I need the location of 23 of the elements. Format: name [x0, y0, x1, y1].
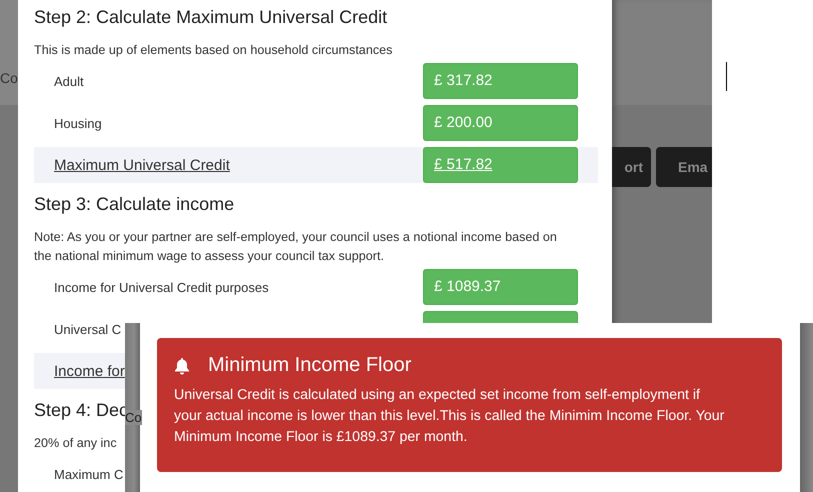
amount-box: £ 200.00 [423, 105, 578, 141]
step-heading: Step 2: Calculate Maximum Universal Credit [34, 7, 388, 28]
bell-icon [174, 356, 190, 374]
alert-message: Universal Credit is calculated using an expected set income from self-employment if your actual income is lower than this level.This is called the Minimim Income Floor. Your Minimum Income Floor is £1089.37 per month. [174, 386, 726, 447]
alert-title: Minimum Income Floor [208, 354, 412, 377]
note-text: 20% of any inc [34, 435, 117, 452]
row-label: Universal C [54, 322, 122, 336]
note-text: This is made up of elements based on household circumstances [34, 42, 392, 59]
amount-box: £ 1089.37 [423, 269, 578, 305]
heading-text: Co [0, 70, 18, 86]
row-label: Maximum C [54, 466, 124, 482]
row-label: Adult [54, 74, 84, 88]
row-label: Housing [54, 116, 102, 130]
step-heading: Step 3: Calculate income [34, 194, 234, 215]
dark-button[interactable]: ort [612, 147, 651, 187]
amount-box: £ 517.82 [423, 147, 578, 183]
text-cursor [726, 62, 727, 91]
amount-box: £ 317.82 [423, 63, 578, 99]
row-label: Income for Universal Credit purposes [54, 280, 269, 294]
total-link[interactable]: Income for [54, 362, 125, 380]
dark-button[interactable]: Ema [656, 147, 712, 187]
note-text: Note: As you or your partner are self-employed, your council uses a notional income based on the national minimum wage to assess your council tax support. [34, 229, 558, 265]
total-link[interactable]: Maximum Universal Credit [54, 156, 230, 174]
